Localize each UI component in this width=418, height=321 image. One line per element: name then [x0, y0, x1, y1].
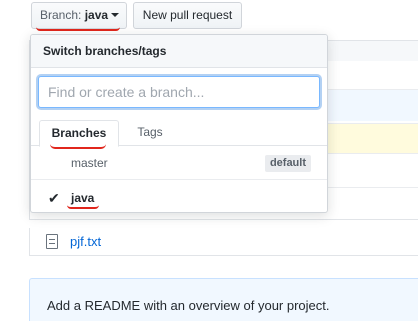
- caret-down-icon: [111, 13, 120, 17]
- dropdown-title: Switch branches/tags: [31, 35, 327, 68]
- annotation-underline: [36, 27, 120, 31]
- branch-tabs: Branches Tags: [31, 114, 327, 147]
- branch-filter: [31, 68, 327, 114]
- default-badge: default: [264, 155, 311, 172]
- branch-item-java[interactable]: ✔ java: [31, 181, 327, 212]
- file-link[interactable]: pjf.txt: [70, 234, 101, 249]
- repo-page: pjf.txt Add a README with an overview of…: [0, 0, 418, 321]
- branch-select-button[interactable]: Branch: java: [31, 2, 127, 29]
- file-text-icon: [46, 234, 58, 249]
- new-pull-request-button[interactable]: New pull request: [133, 2, 242, 29]
- current-branch-name: java: [84, 8, 109, 22]
- branch-prefix: Branch:: [40, 8, 85, 22]
- branch-dropdown: Switch branches/tags Branches Tags maste…: [30, 34, 328, 213]
- file-row[interactable]: pjf.txt: [29, 228, 418, 256]
- branch-filter-input[interactable]: [38, 76, 320, 108]
- annotation-underline: [67, 205, 99, 209]
- branch-item-label: master: [71, 156, 108, 170]
- readme-prompt: Add a README with an overview of your pr…: [47, 298, 330, 313]
- check-icon: ✔: [48, 190, 60, 206]
- tab-branches[interactable]: Branches: [39, 120, 119, 147]
- tab-tags[interactable]: Tags: [125, 120, 175, 147]
- branch-item-master[interactable]: master default: [31, 146, 327, 180]
- readme-banner: Add a README with an overview of your pr…: [29, 278, 418, 321]
